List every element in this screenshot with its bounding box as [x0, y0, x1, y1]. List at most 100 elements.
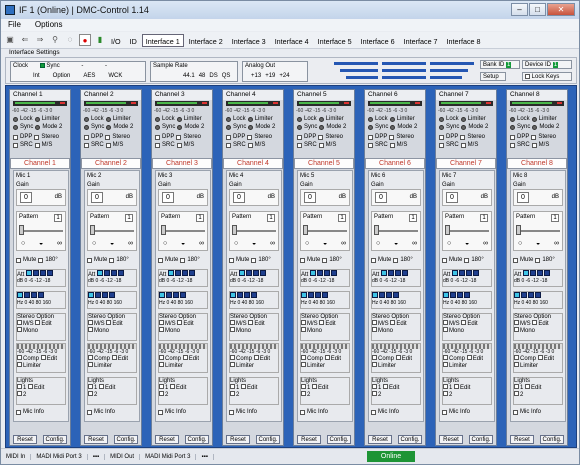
comp-edit-checkbox[interactable]: [111, 355, 117, 360]
mono-checkbox[interactable]: [514, 327, 519, 332]
stereo-ms-checkbox[interactable]: [88, 320, 93, 325]
src-checkbox[interactable]: [226, 142, 231, 148]
mic-info-checkbox[interactable]: [229, 409, 234, 415]
stereo-ms-checkbox[interactable]: [230, 320, 235, 325]
att-12-button[interactable]: [466, 270, 473, 276]
light1-checkbox[interactable]: [230, 384, 235, 389]
gain-value[interactable]: 0: [20, 192, 32, 203]
channel-title[interactable]: Channel 8: [507, 158, 567, 169]
comp-checkbox[interactable]: [514, 355, 519, 360]
limiter-checkbox[interactable]: [372, 362, 377, 367]
att-12-button[interactable]: [395, 270, 402, 276]
mono-checkbox[interactable]: [88, 327, 93, 332]
light2-checkbox[interactable]: [372, 391, 377, 396]
limiter-checkbox[interactable]: [301, 362, 306, 367]
mono-checkbox[interactable]: [443, 327, 448, 332]
dpp-checkbox[interactable]: [439, 134, 444, 140]
id-button[interactable]: ID: [126, 34, 141, 47]
comp-checkbox[interactable]: [88, 355, 93, 360]
close-button[interactable]: ✕: [547, 3, 575, 16]
hpf-80-button[interactable]: [244, 292, 250, 298]
pattern-slider[interactable]: [163, 230, 205, 232]
phase-checkbox[interactable]: [109, 257, 115, 263]
channel-title[interactable]: Channel 5: [294, 158, 354, 169]
hpf-160-button[interactable]: [251, 292, 257, 298]
mic-info-checkbox[interactable]: [513, 409, 518, 415]
att-18-button[interactable]: [118, 270, 125, 276]
stereo-edit-checkbox[interactable]: [390, 320, 396, 325]
hpf-40-button[interactable]: [450, 292, 456, 298]
mic-info-checkbox[interactable]: [16, 409, 21, 415]
channel-title[interactable]: Channel 2: [81, 158, 141, 169]
att-18-button[interactable]: [47, 270, 54, 276]
lights-edit-checkbox[interactable]: [454, 384, 460, 389]
hpf-40-button[interactable]: [95, 292, 101, 298]
mono-checkbox[interactable]: [17, 327, 22, 332]
mute-checkbox[interactable]: [442, 257, 447, 263]
gain-value[interactable]: 0: [517, 192, 529, 203]
dpp-checkbox[interactable]: [368, 134, 373, 140]
config-button[interactable]: Config.: [398, 435, 422, 444]
light2-checkbox[interactable]: [301, 391, 306, 396]
phase-checkbox[interactable]: [464, 257, 470, 263]
midi-out-icon[interactable]: ⇒: [34, 34, 46, 46]
channel-title[interactable]: Channel 1: [10, 158, 70, 169]
config-button[interactable]: Config.: [185, 435, 209, 444]
reset-button[interactable]: Reset: [155, 435, 179, 444]
mono-checkbox[interactable]: [301, 327, 306, 332]
hpf-160-button[interactable]: [464, 292, 470, 298]
light1-checkbox[interactable]: [301, 384, 306, 389]
att-0-button[interactable]: [26, 270, 33, 276]
pattern-value[interactable]: 1: [54, 214, 62, 222]
att-6-button[interactable]: [175, 270, 182, 276]
pattern-value[interactable]: 1: [196, 214, 204, 222]
dpp-checkbox[interactable]: [155, 134, 160, 140]
phase-checkbox[interactable]: [180, 257, 186, 263]
minimize-button[interactable]: –: [511, 3, 528, 16]
level-icon[interactable]: ▮: [94, 34, 106, 46]
pattern-value[interactable]: 1: [267, 214, 275, 222]
midi-in-icon[interactable]: ⇐: [19, 34, 31, 46]
comp-edit-checkbox[interactable]: [395, 355, 401, 360]
tab-interface-4[interactable]: Interface 4: [271, 34, 313, 47]
src-checkbox[interactable]: [439, 142, 444, 148]
stereo-ms-checkbox[interactable]: [372, 320, 377, 325]
mute-checkbox[interactable]: [300, 257, 305, 263]
pattern-slider[interactable]: [518, 230, 560, 232]
pattern-slider[interactable]: [376, 230, 418, 232]
dpp-checkbox[interactable]: [84, 134, 89, 140]
pattern-slider-handle[interactable]: [445, 225, 450, 235]
light2-checkbox[interactable]: [230, 391, 235, 396]
gain-control[interactable]: 0 dB: [442, 189, 492, 206]
mono-checkbox[interactable]: [230, 327, 235, 332]
sr-ds[interactable]: DS: [209, 73, 217, 79]
hpf-160-button[interactable]: [322, 292, 328, 298]
src-checkbox[interactable]: [84, 142, 89, 148]
comp-edit-checkbox[interactable]: [466, 355, 472, 360]
gain-value[interactable]: 0: [375, 192, 387, 203]
tab-interface-1[interactable]: Interface 1: [141, 33, 184, 47]
mic-info-checkbox[interactable]: [87, 409, 92, 415]
pattern-slider-handle[interactable]: [516, 225, 521, 235]
stereo-edit-checkbox[interactable]: [177, 320, 183, 325]
tab-interface-8[interactable]: Interface 8: [443, 34, 485, 47]
stereo-edit-checkbox[interactable]: [248, 320, 254, 325]
comp-checkbox[interactable]: [159, 355, 164, 360]
pattern-slider-handle[interactable]: [232, 225, 237, 235]
gain-control[interactable]: 0 dB: [16, 189, 66, 206]
sr-qs[interactable]: QS: [222, 73, 231, 79]
light2-checkbox[interactable]: [159, 391, 164, 396]
hpf-80-button[interactable]: [315, 292, 321, 298]
channel-title[interactable]: Channel 4: [223, 158, 283, 169]
reset-button[interactable]: Reset: [439, 435, 463, 444]
src-checkbox[interactable]: [155, 142, 160, 148]
reset-button[interactable]: Reset: [368, 435, 392, 444]
pattern-value[interactable]: 1: [409, 214, 417, 222]
pattern-slider-handle[interactable]: [161, 225, 166, 235]
mute-checkbox[interactable]: [158, 257, 163, 263]
ms-checkbox[interactable]: [318, 142, 324, 148]
limiter-checkbox[interactable]: [88, 362, 93, 367]
stereo-edit-checkbox[interactable]: [35, 320, 41, 325]
att-0-button[interactable]: [239, 270, 246, 276]
phase-checkbox[interactable]: [393, 257, 399, 263]
